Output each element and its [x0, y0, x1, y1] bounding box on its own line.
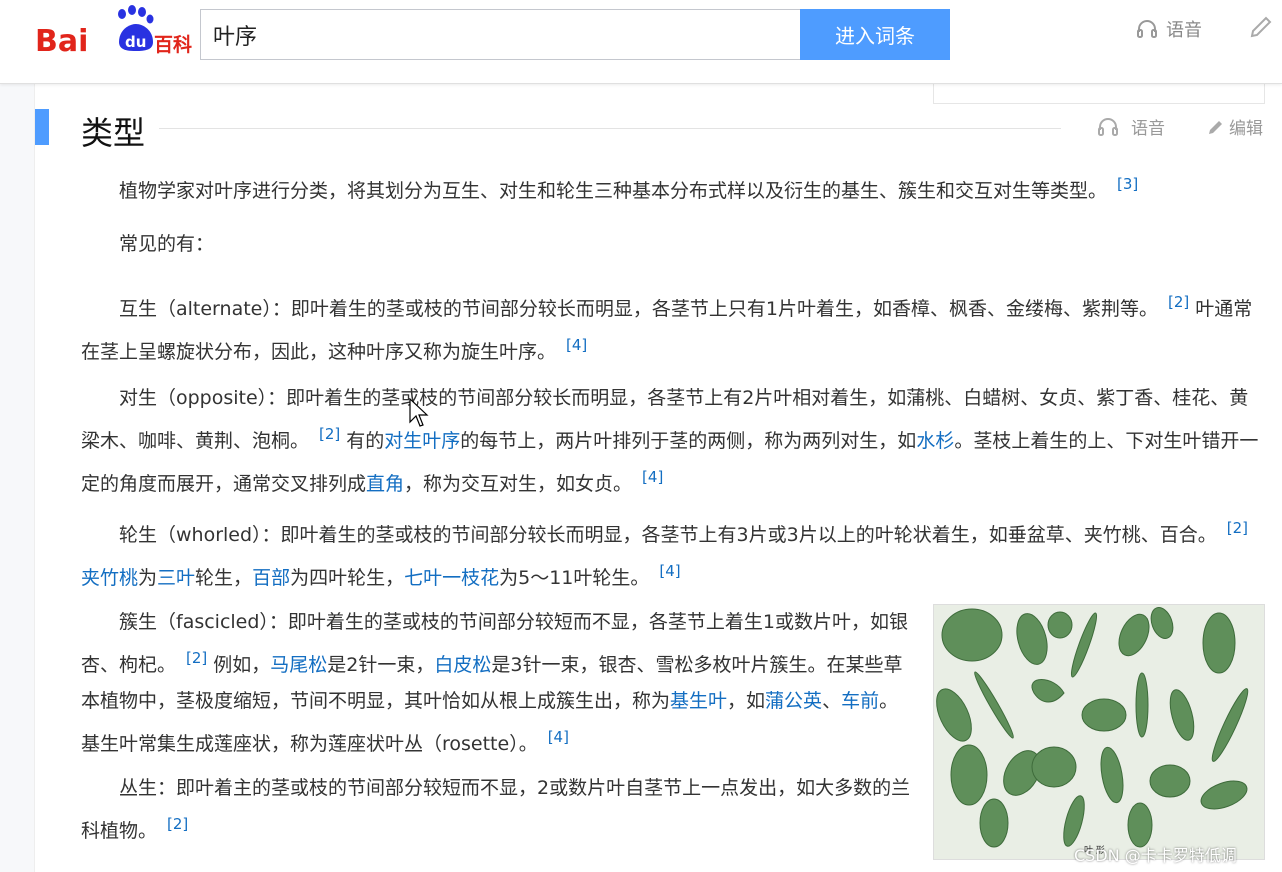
link-lacebark-pine[interactable]: 白皮松	[434, 654, 491, 676]
link-dandelion[interactable]: 蒲公英	[765, 690, 822, 712]
search-input[interactable]	[213, 20, 783, 50]
paragraph-text: 为	[138, 567, 158, 589]
citation-ref[interactable]: [2]	[319, 425, 340, 443]
citation-ref[interactable]: [2]	[167, 815, 188, 833]
article-content: 类型 语音 编辑 植物学家对叶序进行分类，将其划分为互生、对生和轮生三种基本分布…	[34, 82, 1282, 872]
paragraph-tufted: 丛生：即叶着主的茎或枝的节间部分较短而不显，2或数片叶自茎节上一点发出，如大多数…	[81, 770, 911, 849]
enter-entry-button[interactable]: 进入词条	[800, 9, 950, 60]
paragraph-text: 轮生（whorled）：即叶着生的茎或枝的节间部分较长而明显，各茎节上有3片或3…	[119, 524, 1217, 546]
link-basal-leaf[interactable]: 基生叶	[670, 690, 727, 712]
section-edit-label: 编辑	[1229, 119, 1263, 139]
search-box[interactable]	[200, 9, 802, 60]
sidebar-box	[933, 82, 1265, 104]
paragraph-whorled: 轮生（whorled）：即叶着生的茎或枝的节间部分较长而明显，各茎节上有3片或3…	[81, 510, 1261, 596]
section-edit-button[interactable]: 编辑	[1207, 114, 1263, 139]
link-masson-pine[interactable]: 马尾松	[270, 654, 327, 676]
mouse-cursor-icon	[409, 398, 429, 427]
svg-text:du: du	[125, 33, 146, 51]
citation-ref[interactable]: [2]	[1227, 519, 1248, 537]
paragraph-opposite: 对生（opposite）：即叶着生的茎或枝的节间部分较长而明显，各茎节上有2片叶…	[81, 380, 1261, 502]
citation-ref[interactable]: [4]	[566, 336, 587, 354]
section-voice-button[interactable]: 语音	[1097, 114, 1165, 139]
pencil-icon	[1209, 120, 1222, 134]
paragraph-text: 是2针一束，	[327, 654, 435, 676]
section-title-bar	[35, 109, 49, 145]
svg-text:百科: 百科	[154, 33, 192, 56]
top-header: du Bai 百科 进入词条 语音	[0, 0, 1282, 84]
paragraph-text: 植物学家对叶序进行分类，将其划分为互生、对生和轮生三种基本分布式样以及衍生的基生…	[119, 180, 1108, 202]
link-metasequoia[interactable]: 水杉	[916, 430, 954, 452]
citation-ref[interactable]: [4]	[642, 468, 663, 486]
paragraph-common: 常见的有：	[81, 226, 1261, 262]
link-opposite-phyllotaxy[interactable]: 对生叶序	[384, 430, 460, 452]
link-three-leaf[interactable]: 三叶	[157, 567, 195, 589]
baidu-baike-logo[interactable]: du Bai 百科	[33, 4, 193, 60]
section-voice-label: 语音	[1131, 119, 1165, 139]
paragraph-text: 丛生：即叶着主的茎或枝的节间部分较短而不显，2或数片叶自茎节上一点发出，如大多数…	[81, 777, 911, 842]
paragraph-text: 有的	[346, 430, 385, 452]
citation-ref[interactable]: [3]	[1117, 175, 1138, 193]
csdn-watermark: CSDN @卡卡罗特低调	[1074, 846, 1237, 865]
paragraph-text: ，称为交互对生，如女贞。	[404, 473, 633, 495]
paragraph-text: 例如，	[213, 654, 271, 676]
pencil-icon[interactable]	[1248, 14, 1274, 40]
link-right-angle[interactable]: 直角	[366, 473, 404, 495]
leaf-shapes-figure[interactable]: 叶 形	[933, 604, 1265, 860]
paragraph-alternate: 互生（alternate）：即叶着生的茎或枝的节间部分较长而明显，各茎节上只有1…	[81, 284, 1261, 370]
citation-ref[interactable]: [2]	[1168, 293, 1189, 311]
section-title: 类型	[81, 114, 146, 152]
paragraph-intro: 植物学家对叶序进行分类，将其划分为互生、对生和轮生三种基本分布式样以及衍生的基生…	[81, 166, 1261, 209]
paragraph-text: 为四叶轮生，	[290, 567, 405, 589]
paragraph-text: 、	[822, 690, 842, 712]
link-paris[interactable]: 七叶一枝花	[404, 567, 499, 589]
paragraph-text: 的每节上，两片叶排列于茎的两侧，称为两列对生，如	[460, 430, 917, 452]
paragraph-text: 轮生，	[195, 567, 253, 589]
paragraph-fascicled: 簇生（fascicled）：即叶着生的茎或枝的节间部分较短而不显，各茎节上着生1…	[81, 604, 911, 762]
header-voice-button[interactable]: 语音	[1136, 16, 1202, 42]
paragraph-text: ，如	[727, 690, 766, 712]
header-voice-label: 语音	[1166, 20, 1202, 41]
paragraph-text: 常见的有：	[119, 233, 215, 255]
svg-text:Bai: Bai	[35, 24, 88, 59]
headphones-icon	[1137, 20, 1157, 38]
section-divider	[159, 128, 1061, 129]
link-oleander[interactable]: 夹竹桃	[81, 567, 138, 589]
citation-ref[interactable]: [4]	[548, 728, 569, 746]
headphones-icon	[1098, 117, 1118, 136]
link-stemona[interactable]: 百部	[252, 567, 290, 589]
citation-ref[interactable]: [4]	[659, 562, 680, 580]
paragraph-text: 为5～11叶轮生。	[499, 567, 650, 589]
paragraph-text: 互生（alternate）：即叶着生的茎或枝的节间部分较长而明显，各茎节上只有1…	[119, 298, 1158, 320]
leaf-shapes-image: 叶 形	[934, 605, 1264, 859]
citation-ref[interactable]: [2]	[186, 649, 207, 667]
link-plantago[interactable]: 车前	[841, 690, 879, 712]
